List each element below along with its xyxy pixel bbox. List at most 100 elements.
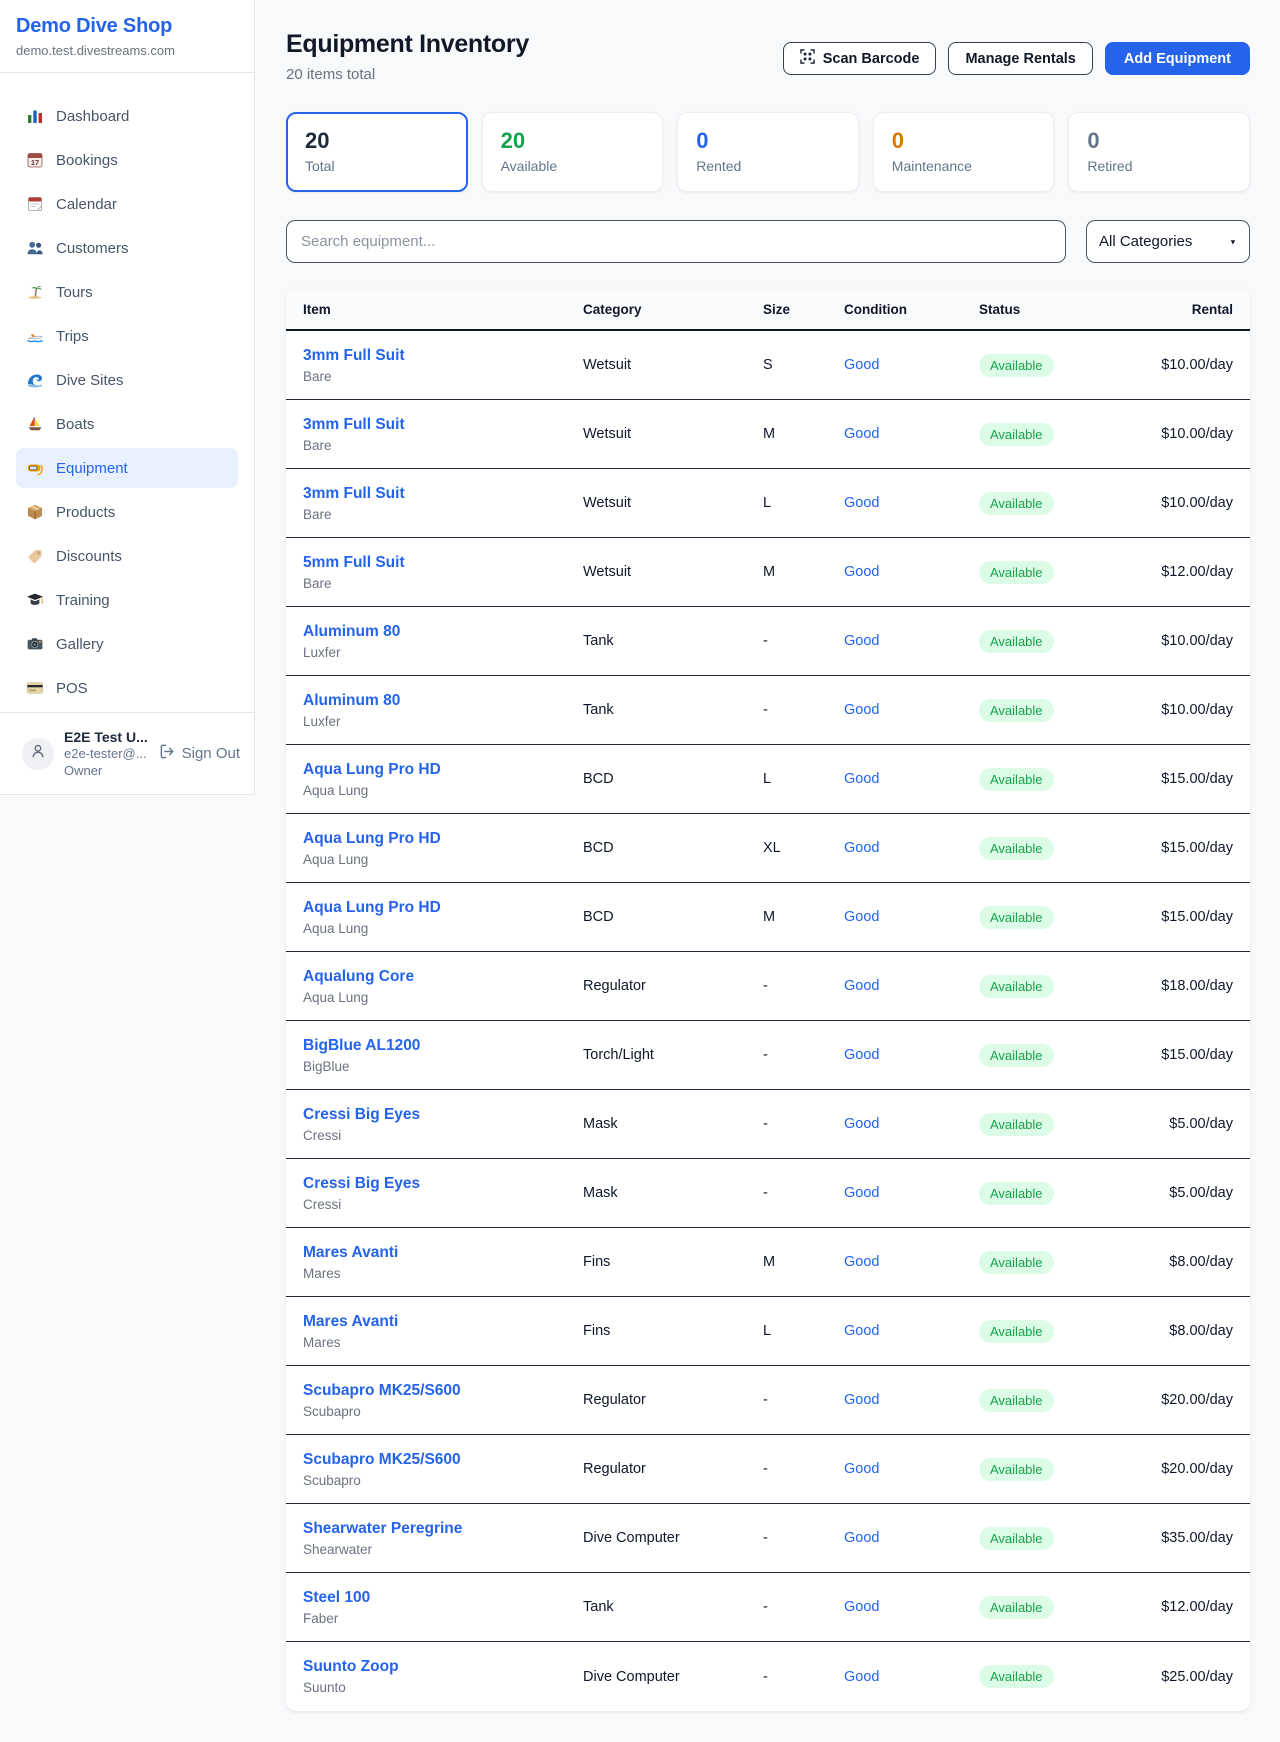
page: Demo Dive Shop demo.test.divestreams.com… xyxy=(0,0,1280,1711)
sidebar-item-calendar[interactable]: Calendar xyxy=(16,184,238,224)
item-name-link[interactable]: Cressi Big Eyes xyxy=(303,1106,583,1124)
sign-out-button[interactable]: Sign Out xyxy=(159,743,240,764)
item-name-link[interactable]: Aluminum 80 xyxy=(303,692,583,710)
condition-link[interactable]: Good xyxy=(844,1323,879,1339)
item-name-link[interactable]: Aqua Lung Pro HD xyxy=(303,761,583,779)
condition-link[interactable]: Good xyxy=(844,1047,879,1063)
item-size: - xyxy=(763,978,844,994)
condition-link[interactable]: Good xyxy=(844,1530,879,1546)
table-row: 3mm Full Suit Bare Wetsuit L Good Availa… xyxy=(286,469,1250,538)
stat-card-retired[interactable]: 0 Retired xyxy=(1068,112,1250,192)
item-name-link[interactable]: 3mm Full Suit xyxy=(303,416,583,434)
item-brand: Cressi xyxy=(303,1128,583,1143)
item-cell: Steel 100 Faber xyxy=(303,1589,583,1626)
sidebar-item-training[interactable]: Training xyxy=(16,580,238,620)
condition-link[interactable]: Good xyxy=(844,357,879,373)
items-total: 20 items total xyxy=(286,66,529,83)
camera-icon xyxy=(26,635,44,653)
stat-card-available[interactable]: 20 Available xyxy=(482,112,664,192)
table-row: Aqua Lung Pro HD Aqua Lung BCD XL Good A… xyxy=(286,814,1250,883)
table-header: Item Category Size Condition Status Rent… xyxy=(286,289,1250,331)
scan-barcode-button[interactable]: Scan Barcode xyxy=(783,42,937,75)
logout-icon xyxy=(159,743,176,764)
item-name-link[interactable]: Aqua Lung Pro HD xyxy=(303,830,583,848)
sidebar-item-equipment[interactable]: Equipment xyxy=(16,448,238,488)
table-row: Mares Avanti Mares Fins L Good Available… xyxy=(286,1297,1250,1366)
item-name-link[interactable]: 3mm Full Suit xyxy=(303,485,583,503)
sidebar-item-boats[interactable]: Boats xyxy=(16,404,238,444)
condition-link[interactable]: Good xyxy=(844,909,879,925)
item-name-link[interactable]: Mares Avanti xyxy=(303,1244,583,1262)
sidebar: Demo Dive Shop demo.test.divestreams.com… xyxy=(0,0,255,795)
item-name-link[interactable]: BigBlue AL1200 xyxy=(303,1037,583,1055)
item-name-link[interactable]: 3mm Full Suit xyxy=(303,347,583,365)
item-cell: Scubapro MK25/S600 Scubapro xyxy=(303,1451,583,1488)
condition-link[interactable]: Good xyxy=(844,1392,879,1408)
item-name-link[interactable]: Aqua Lung Pro HD xyxy=(303,899,583,917)
stat-card-maintenance[interactable]: 0 Maintenance xyxy=(873,112,1055,192)
item-brand: Shearwater xyxy=(303,1542,583,1557)
sidebar-item-dashboard[interactable]: Dashboard xyxy=(16,96,238,136)
item-name-link[interactable]: Scubapro MK25/S600 xyxy=(303,1382,583,1400)
sidebar-item-tours[interactable]: Tours xyxy=(16,272,238,312)
condition-link[interactable]: Good xyxy=(844,1599,879,1615)
table-row: Aqua Lung Pro HD Aqua Lung BCD M Good Av… xyxy=(286,883,1250,952)
item-name-link[interactable]: Shearwater Peregrine xyxy=(303,1520,583,1538)
rental-price: $10.00/day xyxy=(1118,495,1233,511)
brand-title[interactable]: Demo Dive Shop xyxy=(16,15,238,38)
condition-link[interactable]: Good xyxy=(844,978,879,994)
add-equipment-button[interactable]: Add Equipment xyxy=(1105,42,1250,75)
sidebar-item-gallery[interactable]: Gallery xyxy=(16,624,238,664)
user-section: E2E Test U... e2e-tester@... Owner Sign … xyxy=(0,712,254,794)
tag-icon xyxy=(26,547,44,565)
sidebar-item-products[interactable]: Products xyxy=(16,492,238,532)
item-cell: Aqua Lung Pro HD Aqua Lung xyxy=(303,761,583,798)
condition-link[interactable]: Good xyxy=(844,1254,879,1270)
item-name-link[interactable]: Aqualung Core xyxy=(303,968,583,986)
sidebar-item-dive-sites[interactable]: Dive Sites xyxy=(16,360,238,400)
item-name-link[interactable]: Scubapro MK25/S600 xyxy=(303,1451,583,1469)
item-name-link[interactable]: Aluminum 80 xyxy=(303,623,583,641)
category-select[interactable]: All Categories xyxy=(1086,220,1250,263)
sidebar-item-pos[interactable]: POS xyxy=(16,668,238,708)
sidebar-item-customers[interactable]: Customers xyxy=(16,228,238,268)
condition-link[interactable]: Good xyxy=(844,1185,879,1201)
table-row: Scubapro MK25/S600 Scubapro Regulator - … xyxy=(286,1435,1250,1504)
item-name-link[interactable]: Cressi Big Eyes xyxy=(303,1175,583,1193)
item-category: Regulator xyxy=(583,978,763,994)
sidebar-item-label: Calendar xyxy=(56,196,117,213)
sidebar-item-bookings[interactable]: 17 Bookings xyxy=(16,140,238,180)
table-row: 3mm Full Suit Bare Wetsuit S Good Availa… xyxy=(286,331,1250,400)
item-category: Fins xyxy=(583,1254,763,1270)
search-input[interactable] xyxy=(286,220,1066,263)
condition-link[interactable]: Good xyxy=(844,702,879,718)
condition-link[interactable]: Good xyxy=(844,1669,879,1685)
condition-link[interactable]: Good xyxy=(844,840,879,856)
item-brand: Luxfer xyxy=(303,714,583,729)
condition-link[interactable]: Good xyxy=(844,495,879,511)
item-cell: 5mm Full Suit Bare xyxy=(303,554,583,591)
manage-rentals-button[interactable]: Manage Rentals xyxy=(948,42,1092,75)
sidebar-nav: Dashboard 17 Bookings Calendar Customers… xyxy=(0,73,254,712)
condition-link[interactable]: Good xyxy=(844,426,879,442)
condition-link[interactable]: Good xyxy=(844,633,879,649)
item-cell: Mares Avanti Mares xyxy=(303,1313,583,1350)
item-name-link[interactable]: Suunto Zoop xyxy=(303,1658,583,1676)
condition-link[interactable]: Good xyxy=(844,771,879,787)
sidebar-item-label: Products xyxy=(56,504,115,521)
item-name-link[interactable]: Mares Avanti xyxy=(303,1313,583,1331)
sidebar-item-discounts[interactable]: Discounts xyxy=(16,536,238,576)
stats-row: 20 Total 20 Available 0 Rented 0 Mainten… xyxy=(286,112,1250,192)
item-brand: Scubapro xyxy=(303,1473,583,1488)
stat-card-rented[interactable]: 0 Rented xyxy=(677,112,859,192)
rental-price: $5.00/day xyxy=(1118,1185,1233,1201)
table-row: Aluminum 80 Luxfer Tank - Good Available… xyxy=(286,676,1250,745)
condition-link[interactable]: Good xyxy=(844,564,879,580)
sidebar-item-trips[interactable]: Trips xyxy=(16,316,238,356)
item-name-link[interactable]: Steel 100 xyxy=(303,1589,583,1607)
item-name-link[interactable]: 5mm Full Suit xyxy=(303,554,583,572)
condition-link[interactable]: Good xyxy=(844,1461,879,1477)
table-row: Mares Avanti Mares Fins M Good Available… xyxy=(286,1228,1250,1297)
condition-link[interactable]: Good xyxy=(844,1116,879,1132)
stat-card-total[interactable]: 20 Total xyxy=(286,112,468,192)
